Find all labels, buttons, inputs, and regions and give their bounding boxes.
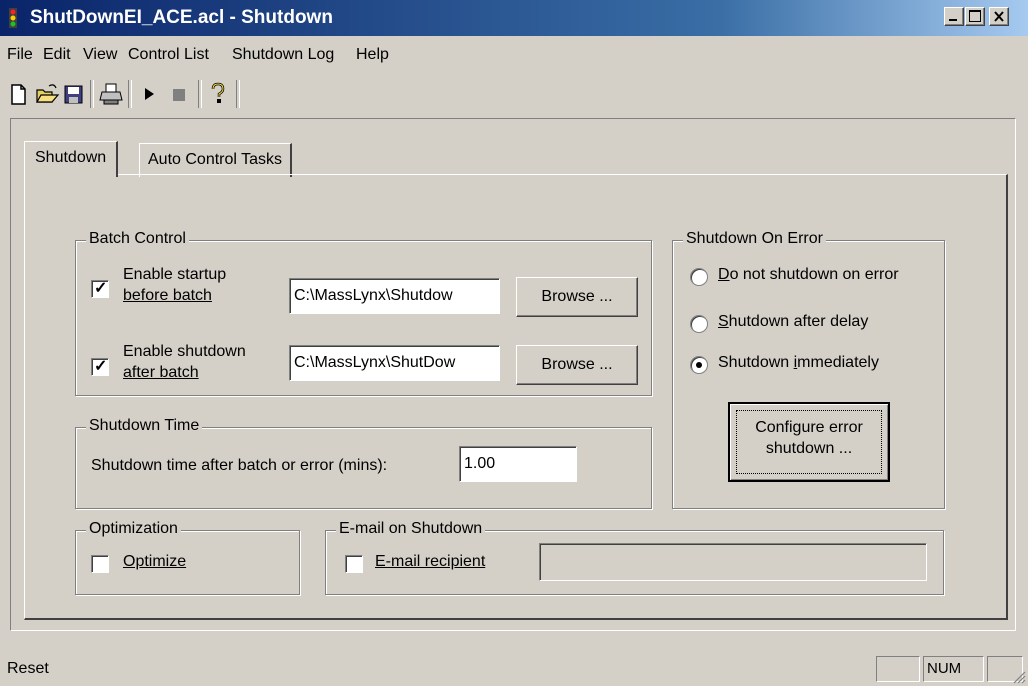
print-button[interactable] — [98, 80, 124, 108]
enable-startup-checkbox[interactable]: ✓ — [91, 280, 109, 298]
startup-browse-button[interactable]: Browse ... — [516, 277, 638, 317]
status-text: Reset — [7, 660, 49, 677]
radio-shutdown-after-delay-label: Shutdown after delay — [718, 313, 869, 330]
save-icon — [64, 85, 83, 104]
stop-button[interactable] — [166, 80, 192, 108]
stop-icon — [173, 89, 185, 101]
title-bar[interactable]: ShutDownEI_ACE.acl - Shutdown — [0, 0, 1028, 36]
enable-startup-label-line2: before batch — [123, 287, 212, 304]
shutdown-time-title: Shutdown Time — [86, 417, 203, 435]
email-recipient-field[interactable] — [539, 543, 927, 581]
play-icon — [145, 88, 154, 100]
toolbar-separator — [128, 80, 132, 108]
menu-shutdown-log[interactable]: Shutdown Log — [232, 46, 334, 64]
radio-shutdown-after-delay[interactable] — [690, 315, 708, 333]
enable-shutdown-checkbox[interactable]: ✓ — [91, 358, 109, 376]
close-icon — [994, 11, 1004, 22]
configure-error-shutdown-line1: Configure error — [755, 419, 863, 436]
print-icon — [99, 83, 123, 105]
radio-do-not-shutdown[interactable] — [690, 268, 708, 286]
toolbar — [0, 72, 1028, 114]
tab-auto-control-tasks-label: Auto Control Tasks — [148, 151, 282, 168]
menu-bar: File Edit View Control List Shutdown Log… — [0, 38, 1028, 66]
shutdown-path-field[interactable]: C:\MassLynx\ShutDow — [289, 345, 500, 381]
enable-shutdown-label-line2: after batch — [123, 364, 199, 381]
close-button[interactable] — [989, 7, 1009, 26]
shutdown-time-label: Shutdown time after batch or error (mins… — [91, 457, 388, 474]
email-recipient-checkbox[interactable] — [345, 555, 363, 573]
new-button[interactable] — [5, 80, 31, 108]
radio-selected-dot — [696, 362, 702, 368]
menu-edit[interactable]: Edit — [43, 46, 71, 64]
open-button[interactable] — [34, 80, 60, 108]
enable-startup-label-line1: Enable startup — [123, 266, 227, 283]
enable-shutdown-label-line1: Enable shutdown — [123, 343, 246, 360]
toolbar-separator — [198, 80, 202, 108]
help-button[interactable] — [205, 80, 231, 108]
configure-error-shutdown-button[interactable]: Configure error shutdown ... — [728, 402, 890, 482]
radio-do-not-shutdown-label: Do not shutdown on error — [718, 266, 899, 283]
tab-shutdown[interactable]: Shutdown — [24, 141, 119, 177]
menu-control-list[interactable]: Control List — [128, 46, 209, 64]
menu-view[interactable]: View — [83, 46, 117, 64]
email-title: E-mail on Shutdown — [336, 520, 486, 538]
radio-shutdown-immediately[interactable] — [690, 356, 708, 374]
optimize-checkbox[interactable] — [91, 555, 109, 573]
new-file-icon — [11, 84, 26, 105]
maximize-icon — [969, 10, 981, 22]
save-button[interactable] — [60, 80, 86, 108]
optimization-title: Optimization — [86, 520, 181, 538]
resize-grip-icon[interactable] — [1012, 670, 1026, 684]
open-folder-icon — [35, 84, 60, 103]
toolbar-separator — [90, 80, 94, 108]
shutdown-time-field[interactable]: 1.00 — [459, 446, 577, 482]
start-button[interactable] — [136, 80, 162, 108]
minimize-icon — [949, 19, 957, 21]
help-icon — [211, 82, 225, 103]
email-recipient-label: E-mail recipient — [375, 553, 486, 570]
configure-error-shutdown-line2: shutdown ... — [765, 440, 853, 457]
status-pane-num: NUM — [923, 656, 984, 682]
tab-shutdown-label: Shutdown — [35, 149, 107, 166]
status-pane-caps — [876, 656, 920, 682]
shutdown-on-error-title: Shutdown On Error — [683, 230, 826, 248]
checkmark-icon: ✓ — [94, 358, 108, 375]
radio-shutdown-immediately-label: Shutdown immediately — [718, 354, 879, 371]
tab-auto-control-tasks[interactable]: Auto Control Tasks — [139, 143, 292, 177]
batch-control-title: Batch Control — [86, 230, 189, 248]
checkmark-icon: ✓ — [94, 280, 108, 297]
window-title: ShutDownEI_ACE.acl - Shutdown — [30, 7, 333, 28]
optimize-label: Optimize — [123, 553, 187, 570]
shutdown-browse-button[interactable]: Browse ... — [516, 345, 638, 385]
maximize-button[interactable] — [965, 7, 985, 26]
traffic-light-icon — [6, 8, 20, 28]
toolbar-separator — [236, 80, 240, 108]
menu-help[interactable]: Help — [356, 46, 389, 64]
startup-path-field[interactable]: C:\MassLynx\Shutdow — [289, 278, 500, 314]
menu-file[interactable]: File — [7, 46, 33, 64]
status-bar: Reset NUM — [0, 652, 1028, 686]
minimize-button[interactable] — [944, 7, 964, 26]
